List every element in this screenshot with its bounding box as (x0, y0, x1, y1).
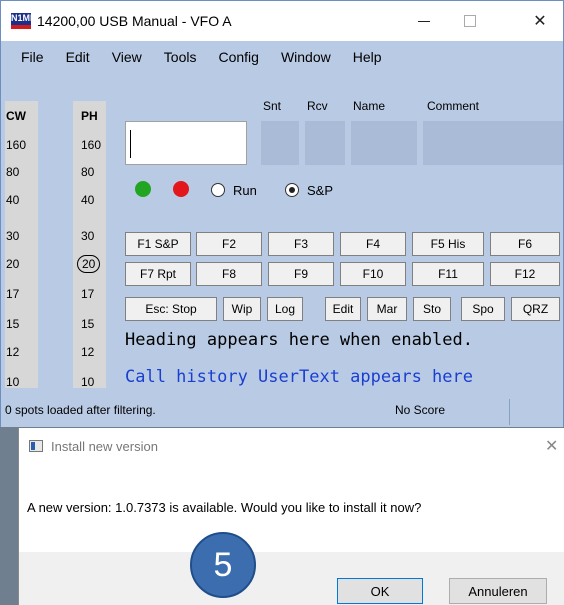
run-radio[interactable] (211, 183, 225, 197)
menu-help[interactable]: Help (353, 49, 382, 65)
minimize-button[interactable] (401, 1, 447, 41)
install-dialog: Install new version ✕ A new version: 1.0… (18, 428, 564, 605)
cancel-button[interactable]: Annuleren (449, 578, 547, 604)
sp-radio-label[interactable]: S&P (307, 183, 333, 198)
menu-tools[interactable]: Tools (164, 49, 197, 65)
ph-band-17[interactable]: 17 (81, 287, 94, 301)
dialog-message: A new version: 1.0.7373 is available. Wo… (27, 500, 422, 515)
rcv-label: Rcv (307, 99, 328, 113)
step-number-badge: 5 (190, 532, 256, 598)
cw-band-20[interactable]: 20 (6, 257, 19, 271)
menu-edit[interactable]: Edit (66, 49, 90, 65)
heading-text: Heading appears here when enabled. (125, 330, 473, 350)
run-radio-label[interactable]: Run (233, 183, 257, 198)
f7-button[interactable]: F7 Rpt (125, 262, 191, 286)
name-field[interactable] (351, 121, 417, 165)
f10-button[interactable]: F10 (340, 262, 406, 286)
cw-band-10[interactable]: 10 (6, 375, 19, 389)
cw-band-header: CW (6, 109, 26, 123)
ph-band-30[interactable]: 30 (81, 229, 94, 243)
cw-band-30[interactable]: 30 (6, 229, 19, 243)
spots-status: 0 spots loaded after filtering. (5, 403, 156, 417)
name-label: Name (353, 99, 386, 113)
cw-band-15[interactable]: 15 (6, 317, 19, 331)
ph-band-80[interactable]: 80 (81, 165, 94, 179)
dialog-title: Install new version (51, 439, 158, 454)
f11-button[interactable]: F11 (412, 262, 484, 286)
minimize-icon (418, 20, 430, 22)
mark-button[interactable]: Mar (367, 297, 407, 321)
ph-band-12[interactable]: 12 (81, 345, 94, 359)
dialog-footer: OK Annuleren (19, 552, 564, 605)
comment-field[interactable] (423, 121, 563, 165)
green-status-dot (135, 181, 151, 197)
main-window: N1MM 14200,00 USB Manual - VFO A ✕ File … (0, 0, 564, 427)
red-status-dot (173, 181, 189, 197)
f6-button[interactable]: F6 (490, 232, 560, 256)
menu-config[interactable]: Config (218, 49, 258, 65)
f12-button[interactable]: F12 (490, 262, 560, 286)
store-button[interactable]: Sto (413, 297, 451, 321)
menu-bar: File Edit View Tools Config Window Help (1, 41, 563, 73)
snt-label: Snt (263, 99, 282, 113)
ph-band-15[interactable]: 15 (81, 317, 94, 331)
sp-radio[interactable] (285, 183, 299, 197)
f8-button[interactable]: F8 (196, 262, 262, 286)
menu-window[interactable]: Window (281, 49, 331, 65)
menu-view[interactable]: View (112, 49, 142, 65)
f5-button[interactable]: F5 His (412, 232, 484, 256)
status-bar: 0 spots loaded after filtering. No Score (1, 397, 563, 427)
close-button[interactable]: ✕ (517, 1, 563, 41)
dialog-window-icon (29, 440, 43, 452)
ph-band-160[interactable]: 160 (81, 138, 101, 152)
status-divider (509, 399, 510, 425)
window-title: 14200,00 USB Manual - VFO A (37, 13, 232, 29)
esc-stop-button[interactable]: Esc: Stop (125, 297, 217, 321)
cw-band-80[interactable]: 80 (6, 165, 19, 179)
close-icon: ✕ (533, 13, 547, 30)
wipe-button[interactable]: Wip (223, 297, 261, 321)
maximize-icon (464, 15, 476, 27)
ok-button[interactable]: OK (337, 578, 423, 604)
cw-band-40[interactable]: 40 (6, 193, 19, 207)
f2-button[interactable]: F2 (196, 232, 262, 256)
snt-field[interactable] (261, 121, 299, 165)
callsign-input[interactable] (125, 121, 247, 165)
app-logo-icon: N1MM (11, 13, 38, 29)
ph-band-40[interactable]: 40 (81, 193, 94, 207)
ph-band-header: PH (81, 109, 98, 123)
cw-band-160[interactable]: 160 (6, 138, 26, 152)
f3-button[interactable]: F3 (268, 232, 334, 256)
ph-band-20-selected[interactable]: 20 (77, 255, 101, 273)
f4-button[interactable]: F4 (340, 232, 406, 256)
menu-file[interactable]: File (21, 49, 44, 65)
edit-button[interactable]: Edit (325, 297, 361, 321)
comment-label: Comment (427, 99, 480, 113)
title-bar[interactable]: N1MM 14200,00 USB Manual - VFO A ✕ (1, 1, 563, 41)
ph-band-10[interactable]: 10 (81, 375, 94, 389)
f1-button[interactable]: F1 S&P (125, 232, 191, 256)
dialog-close-icon[interactable]: ✕ (545, 436, 558, 456)
call-history-text: Call history UserText appears here (125, 367, 473, 387)
cw-band-12[interactable]: 12 (6, 345, 19, 359)
cw-band-17[interactable]: 17 (6, 287, 19, 301)
radio-selected-dot (289, 187, 295, 193)
qrz-button[interactable]: QRZ (511, 297, 560, 321)
maximize-button[interactable] (447, 1, 493, 41)
score-status: No Score (395, 403, 446, 417)
rcv-field[interactable] (305, 121, 345, 165)
text-caret (130, 130, 131, 158)
log-button[interactable]: Log (267, 297, 303, 321)
f9-button[interactable]: F9 (268, 262, 334, 286)
spot-button[interactable]: Spo (461, 297, 505, 321)
